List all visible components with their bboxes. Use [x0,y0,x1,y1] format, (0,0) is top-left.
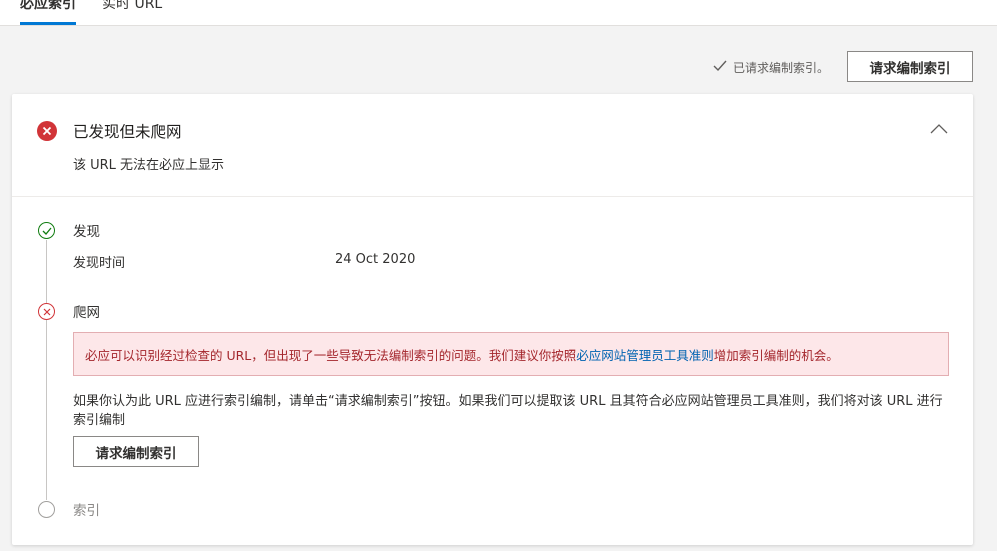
request-indexing-inline-button[interactable]: 请求编制索引 [73,436,199,467]
x-circle-icon [38,303,55,320]
active-tab-indicator [20,22,76,25]
step-label-index: 索引 [73,503,100,519]
error-text-before-link: 必应可以识别经过检查的 URL，但出现了一些导致无法编制索引的问题。我们建议你按… [85,347,577,363]
discovery-time-value: 24 Oct 2020 [335,252,416,267]
timeline-line [46,240,47,500]
tab-live-url[interactable]: 实时 URL [102,0,162,14]
step-label-discovery: 发现 [73,224,100,240]
discovery-time-label: 发现时间 [73,256,126,271]
step-label-crawl: 爬网 [73,305,100,321]
guidelines-link[interactable]: 必应网站管理员工具准则 [576,345,714,364]
inspection-card: 已发现但未爬网 该 URL 无法在必应上显示 发现 发现时间 24 Oct 20… [12,94,973,545]
request-status-text: 已请求编制索引。 [732,60,829,75]
request-indexing-button[interactable]: 请求编制索引 [847,51,973,82]
card-subtitle: 该 URL 无法在必应上显示 [73,158,225,173]
card-title: 已发现但未爬网 [73,123,182,141]
tab-bar: 必应索引 实时 URL [0,0,997,26]
request-status: 已请求编制索引。 [713,58,829,76]
error-text-after-link: 增加索引编制的机会。 [713,347,839,363]
tab-bing-index[interactable]: 必应索引 [20,0,76,14]
check-icon [713,60,727,75]
card-header: 已发现但未爬网 该 URL 无法在必应上显示 [12,94,973,197]
chevron-up-icon[interactable] [930,120,952,136]
crawl-error-message: 必应可以识别经过检查的 URL，但出现了一些导致无法编制索引的问题。我们建议你按… [73,332,949,376]
check-circle-icon [38,222,55,239]
error-circle-icon [37,121,57,141]
empty-circle-icon [38,501,55,518]
request-indexing-hint: 如果你认为此 URL 应进行索引编制，请单击“请求编制索引”按钮。如果我们可以提… [73,394,943,428]
